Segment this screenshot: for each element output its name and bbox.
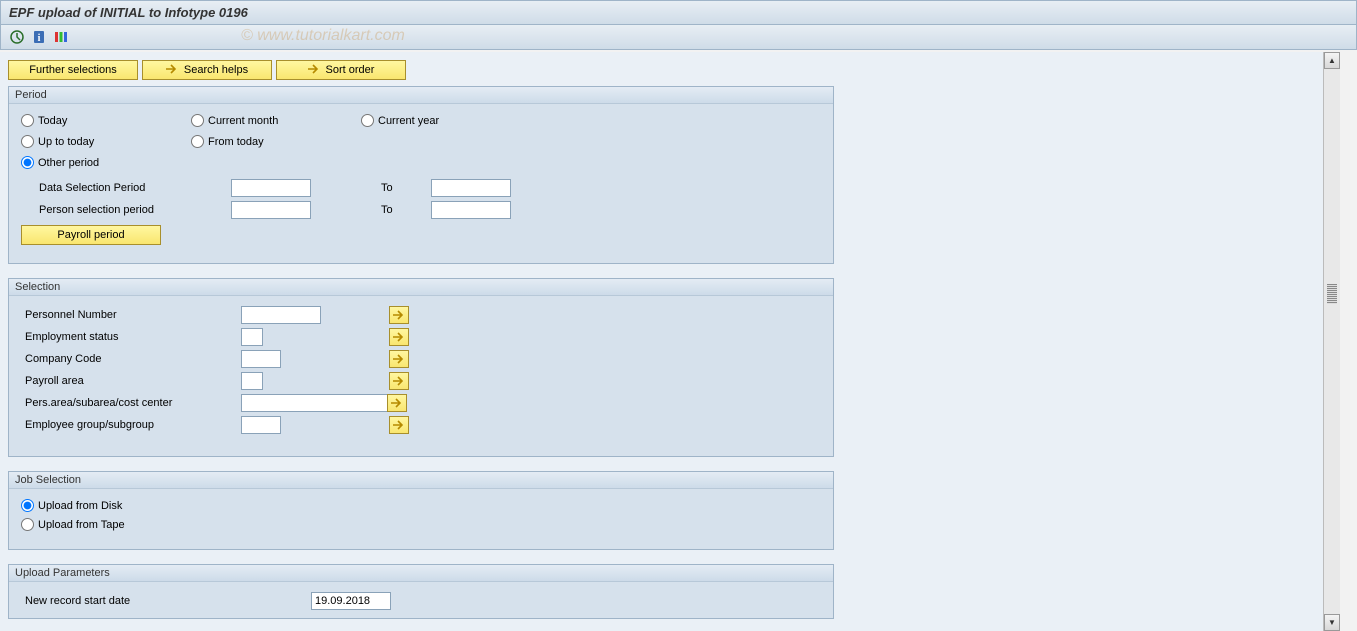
arrow-right-icon (166, 64, 178, 77)
payroll-period-button[interactable]: Payroll period (21, 225, 161, 245)
employee-group-input[interactable] (241, 416, 281, 434)
employment-status-input[interactable] (241, 328, 263, 346)
pers-area-label: Pers.area/subarea/cost center (21, 397, 241, 409)
payroll-area-multi-button[interactable] (389, 372, 409, 390)
scroll-up-button[interactable]: ▲ (1324, 52, 1340, 69)
data-selection-to-input[interactable] (431, 179, 511, 197)
payroll-area-input[interactable] (241, 372, 263, 390)
selection-panel: Selection Personnel Number Employment st… (8, 278, 834, 457)
to-label-2: To (381, 204, 431, 216)
company-code-multi-button[interactable] (389, 350, 409, 368)
radio-from-today[interactable]: From today (191, 135, 361, 148)
radio-up-to-today[interactable]: Up to today (21, 135, 191, 148)
data-selection-period-label: Data Selection Period (21, 182, 231, 194)
execute-icon[interactable] (9, 29, 25, 45)
page-title: EPF upload of INITIAL to Infotype 0196 (9, 5, 248, 20)
upload-parameters-panel-title: Upload Parameters (9, 565, 833, 582)
person-selection-from-input[interactable] (231, 201, 311, 219)
scrollbar-grip[interactable] (1327, 284, 1337, 304)
variants-icon[interactable] (53, 29, 69, 45)
employee-group-multi-button[interactable] (389, 416, 409, 434)
personnel-number-label: Personnel Number (21, 309, 241, 321)
further-selections-button[interactable]: Further selections (8, 60, 138, 80)
employment-status-label: Employment status (21, 331, 241, 343)
new-record-start-date-input[interactable] (311, 592, 391, 610)
vertical-scrollbar[interactable]: ▲ ▼ (1323, 52, 1340, 631)
employee-group-label: Employee group/subgroup (21, 419, 241, 431)
sort-order-button[interactable]: Sort order (276, 60, 406, 80)
personnel-number-input[interactable] (241, 306, 321, 324)
person-selection-period-label: Person selection period (21, 204, 231, 216)
new-record-start-date-label: New record start date (21, 595, 311, 607)
job-selection-panel-title: Job Selection (9, 472, 833, 489)
radio-upload-disk[interactable]: Upload from Disk (21, 499, 821, 512)
radio-today[interactable]: Today (21, 114, 191, 127)
payroll-area-label: Payroll area (21, 375, 241, 387)
data-selection-from-input[interactable] (231, 179, 311, 197)
page-title-bar: EPF upload of INITIAL to Infotype 0196 (0, 0, 1357, 25)
to-label-1: To (381, 182, 431, 194)
radio-current-year[interactable]: Current year (361, 114, 531, 127)
watermark: © www.tutorialkart.com (241, 27, 405, 45)
radio-upload-tape[interactable]: Upload from Tape (21, 518, 821, 531)
company-code-label: Company Code (21, 353, 241, 365)
pers-area-multi-button[interactable] (387, 394, 407, 412)
content-area: Further selections Search helps Sort ord… (0, 52, 1323, 631)
employment-status-multi-button[interactable] (389, 328, 409, 346)
personnel-number-multi-button[interactable] (389, 306, 409, 324)
search-helps-button[interactable]: Search helps (142, 60, 272, 80)
job-selection-panel: Job Selection Upload from Disk Upload fr… (8, 471, 834, 550)
scroll-down-button[interactable]: ▼ (1324, 614, 1340, 631)
upload-parameters-panel: Upload Parameters New record start date (8, 564, 834, 619)
period-panel: Period Today Current month Current year … (8, 86, 834, 264)
radio-current-month[interactable]: Current month (191, 114, 361, 127)
radio-other-period[interactable]: Other period (21, 156, 191, 169)
person-selection-to-input[interactable] (431, 201, 511, 219)
selection-panel-title: Selection (9, 279, 833, 296)
company-code-input[interactable] (241, 350, 281, 368)
toolbar: i © www.tutorialkart.com (0, 25, 1357, 50)
svg-text:i: i (38, 33, 41, 44)
period-panel-title: Period (9, 87, 833, 104)
arrow-right-icon (308, 64, 320, 77)
info-icon[interactable]: i (31, 29, 47, 45)
pers-area-input[interactable] (241, 394, 401, 412)
